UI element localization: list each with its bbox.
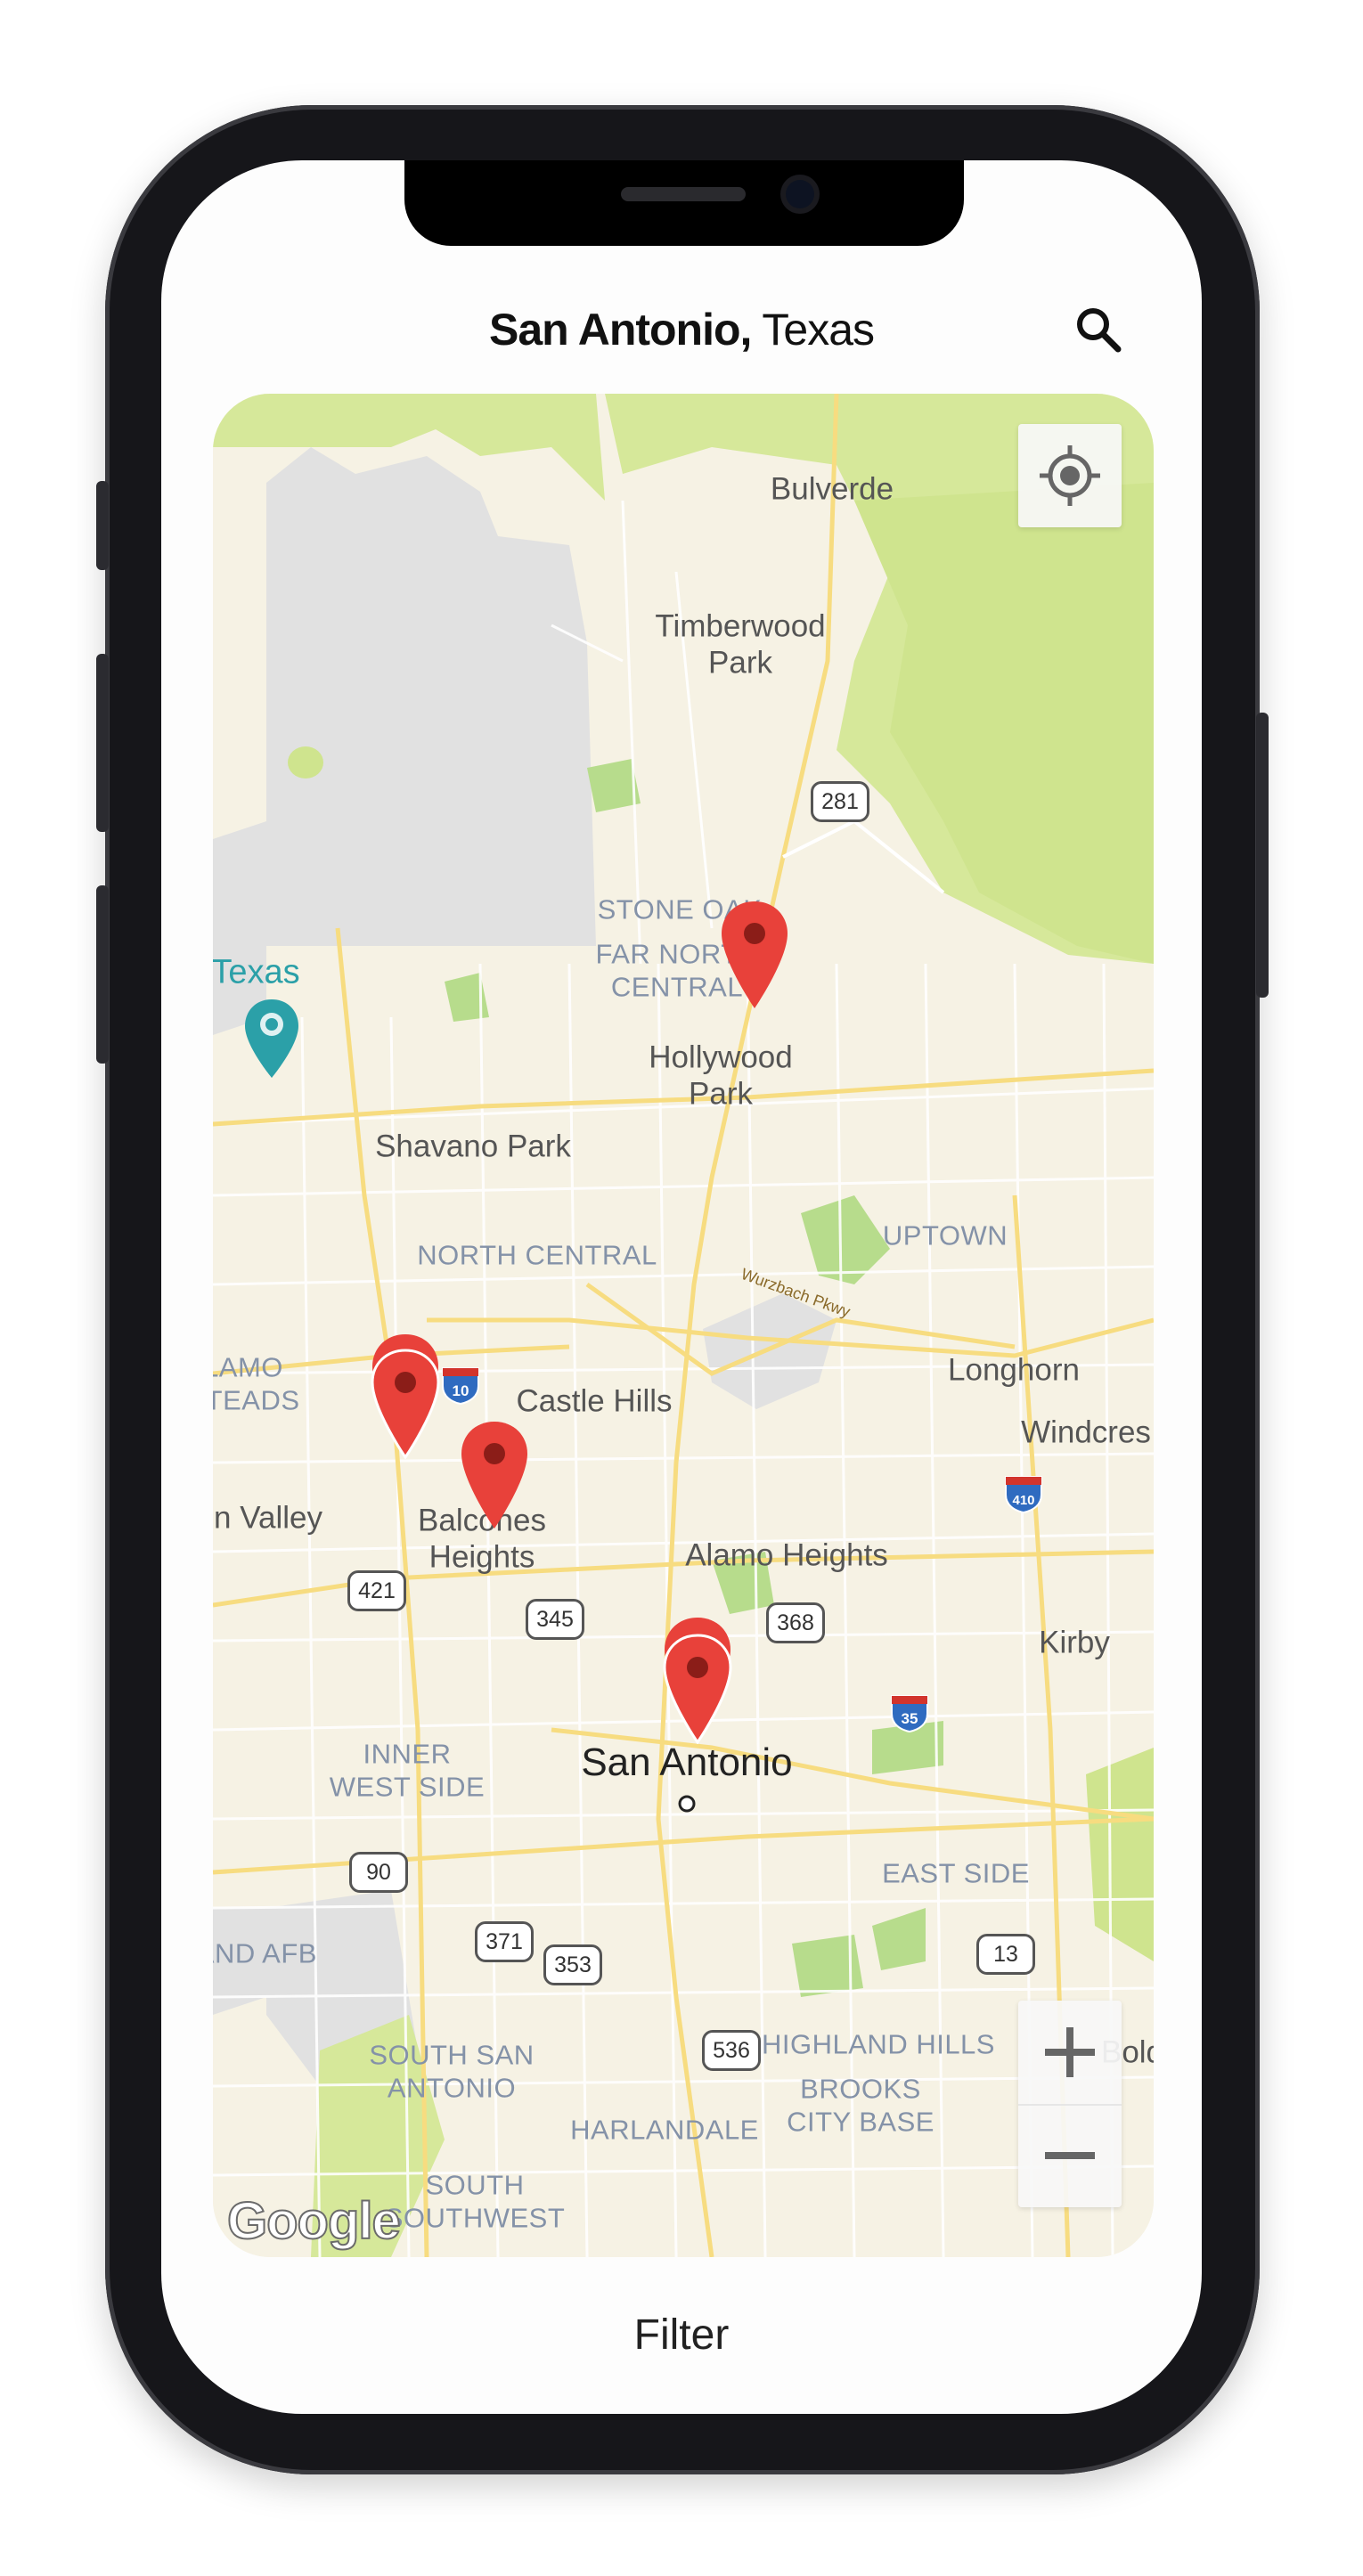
- location-title: San Antonio, Texas: [488, 305, 875, 355]
- label-bulverde: Bulverde: [770, 471, 894, 507]
- label-texas-park: Texas: [213, 953, 300, 991]
- svg-text:410: 410: [1012, 1493, 1034, 1508]
- city-name: San Antonio,: [488, 305, 752, 355]
- label-north-central: NORTH CENTRAL: [417, 1239, 657, 1271]
- front-camera: [786, 180, 814, 208]
- label-alamo-farmsteads: LAMO STEADS: [213, 1351, 300, 1415]
- label-inner-west-side: INNER WEST SIDE: [329, 1738, 486, 1802]
- filter-button[interactable]: Filter: [161, 2309, 1202, 2362]
- route-shield-371: 371: [475, 1921, 534, 1962]
- interstate-shield-35: 35: [891, 1695, 928, 1733]
- svg-text:10: 10: [453, 1382, 469, 1399]
- label-uptown: UPTOWN: [882, 1219, 1008, 1251]
- park-marker-icon: [245, 999, 298, 1078]
- power-button: [1256, 713, 1269, 998]
- label-south-san-antonio: SOUTH SAN ANTONIO: [369, 2039, 535, 2103]
- map-view[interactable]: Bulverde Timberwood Park STONE OAK FAR N…: [213, 394, 1154, 2257]
- label-san-antonio: San Antonio: [581, 1740, 793, 1785]
- label-shavano-park: Shavano Park: [375, 1129, 571, 1164]
- label-east-side: EAST SIDE: [882, 1857, 1030, 1889]
- route-shield-281: 281: [811, 781, 869, 822]
- map-pin-icon[interactable]: [370, 1349, 441, 1459]
- label-hollywood-park: Hollywood Park: [649, 1039, 793, 1112]
- route-shield-368: 368: [766, 1602, 825, 1643]
- label-leon-valley: n Valley: [214, 1500, 322, 1536]
- location-header: San Antonio, Texas: [161, 298, 1202, 361]
- volume-down-button: [96, 885, 109, 1064]
- mute-switch: [96, 481, 109, 570]
- state-name: Texas: [751, 305, 875, 355]
- label-lackland-afb: LAND AFB: [213, 1937, 317, 1969]
- label-windcrest: Windcres: [1021, 1414, 1151, 1450]
- map-pin-icon[interactable]: [719, 900, 790, 1010]
- label-longhorn: Longhorn: [948, 1352, 1080, 1388]
- label-timberwood-park: Timberwood Park: [655, 608, 826, 681]
- zoom-controls: [1018, 2001, 1122, 2207]
- route-shield-353: 353: [543, 1944, 602, 1985]
- my-location-button[interactable]: [1018, 424, 1122, 527]
- label-south-southwest: SOUTH SOUTHWEST: [384, 2169, 566, 2233]
- app-screen: San Antonio, Texas Bulverde Timberwood P…: [161, 160, 1202, 2414]
- svg-text:35: 35: [902, 1710, 918, 1727]
- zoom-out-button[interactable]: [1018, 2104, 1122, 2207]
- label-kirby: Kirby: [1039, 1625, 1110, 1660]
- interstate-shield-410: 410: [1005, 1476, 1042, 1514]
- route-shield-13: 13: [976, 1934, 1035, 1975]
- zoom-in-button[interactable]: [1018, 2001, 1122, 2106]
- search-icon: [1077, 308, 1122, 353]
- route-shield-536: 536: [702, 2030, 761, 2071]
- map-pin-icon[interactable]: [459, 1420, 530, 1530]
- volume-up-button: [96, 654, 109, 832]
- label-castle-hills: Castle Hills: [516, 1383, 673, 1419]
- crosshair-icon: [1040, 445, 1100, 506]
- minus-icon: [1045, 2152, 1095, 2159]
- route-shield-90: 90: [349, 1852, 408, 1893]
- route-shield-345: 345: [526, 1599, 584, 1640]
- interstate-shield-10: 10: [442, 1367, 479, 1406]
- label-highland-hills: HIGHLAND HILLS: [762, 2028, 995, 2060]
- search-button[interactable]: [1072, 303, 1125, 356]
- label-brooks-city-base: BROOKS CITY BASE: [787, 2073, 935, 2137]
- plus-icon: [1045, 2027, 1095, 2077]
- route-shield-421: 421: [347, 1570, 406, 1611]
- notch: [404, 160, 964, 246]
- earpiece-speaker: [621, 187, 746, 201]
- label-harlandale: HARLANDALE: [570, 2114, 759, 2146]
- map-pin-icon[interactable]: [662, 1634, 733, 1744]
- label-alamo-heights: Alamo Heights: [685, 1537, 888, 1573]
- google-logo: Google: [226, 2191, 402, 2251]
